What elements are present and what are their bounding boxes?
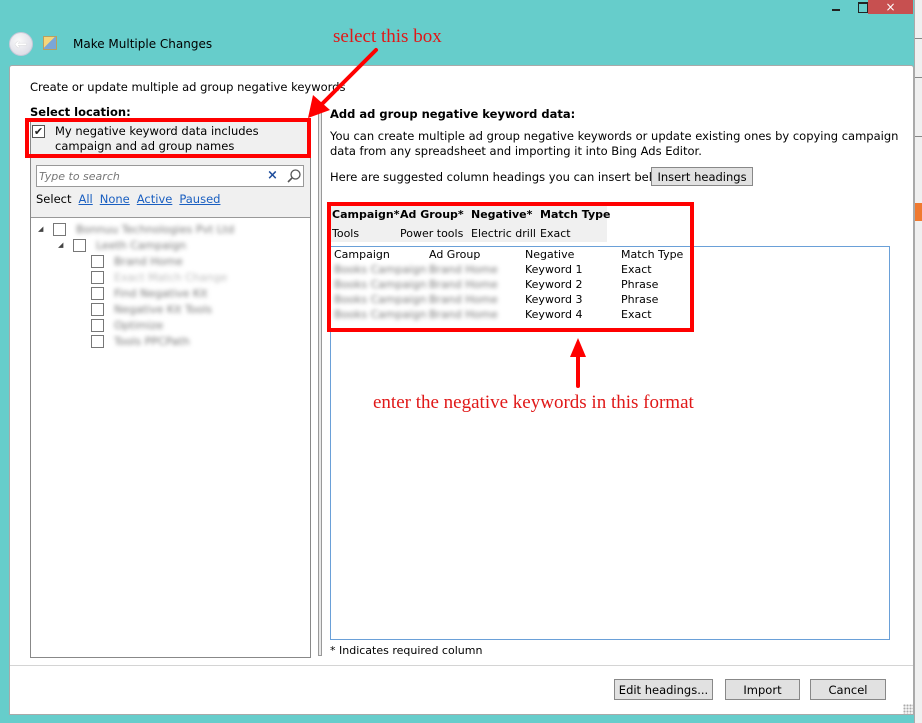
edge-divider: [915, 77, 922, 78]
tree-item-label: Optimize: [114, 318, 164, 332]
tree-item-label: Brand Home: [114, 254, 183, 268]
tree-item-account[interactable]: ◢ Bonnuu Technologies Pvt Ltd: [38, 221, 234, 237]
tree-item-label: Bonnuu Technologies Pvt Ltd: [76, 222, 235, 236]
annotation-highlight-format: [327, 202, 694, 332]
description-text: You can create multiple ad group negativ…: [330, 129, 899, 158]
minimize-button[interactable]: [822, 0, 850, 14]
tree-item-label: Exact Match Change: [114, 270, 228, 284]
tree-checkbox[interactable]: [91, 270, 104, 284]
add-data-heading: Add ad group negative keyword data:: [330, 107, 576, 121]
select-label: Select: [36, 192, 72, 206]
tree-item-ad-group[interactable]: Optimize: [91, 317, 163, 333]
tree-item-ad-group[interactable]: Brand Home: [91, 253, 183, 269]
select-location-label: Select location:: [30, 105, 131, 119]
required-column-note: * Indicates required column: [330, 644, 483, 657]
tree-item-label: Negative Kit Tools: [114, 302, 213, 316]
back-button[interactable]: ←: [9, 32, 33, 56]
tree-checkbox[interactable]: [91, 318, 104, 332]
suggested-headings-text: Here are suggested column headings you c…: [330, 170, 672, 184]
intro-text: Create or update multiple ad group negat…: [30, 80, 346, 94]
insert-headings-button[interactable]: Insert headings: [651, 167, 753, 186]
expand-icon[interactable]: ◢: [38, 225, 46, 233]
edge-accent: [915, 203, 922, 221]
window-title: Make Multiple Changes: [73, 37, 213, 51]
search-box: ×: [36, 165, 304, 187]
tree-checkbox[interactable]: [91, 286, 104, 300]
cancel-button[interactable]: Cancel: [810, 679, 886, 700]
select-filter-row: Select All None Active Paused: [36, 192, 220, 206]
tree-item-ad-group[interactable]: Find Negative Kit: [91, 285, 207, 301]
tree-item-label: Tools PPCPath: [114, 334, 190, 348]
tree-checkbox[interactable]: [91, 302, 104, 316]
resize-grip[interactable]: [903, 704, 913, 714]
import-button[interactable]: Import: [725, 679, 800, 700]
tree-item-label: Leeth Campaign: [96, 238, 187, 252]
edit-headings-button[interactable]: Edit headings...: [614, 679, 713, 700]
background-window-edge: [914, 0, 922, 723]
tree-checkbox[interactable]: [53, 222, 66, 236]
annotation-enter-format: enter the negative keywords in this form…: [373, 392, 694, 413]
search-input[interactable]: [39, 168, 261, 184]
expand-icon[interactable]: ◢: [58, 241, 66, 249]
back-arrow-icon: ←: [14, 35, 28, 53]
campaign-tree: ◢ Bonnuu Technologies Pvt Ltd ◢ Leeth Ca…: [31, 217, 310, 657]
tree-item-ad-group[interactable]: Negative Kit Tools: [91, 301, 212, 317]
select-active-link[interactable]: Active: [137, 192, 173, 206]
tree-checkbox[interactable]: [91, 254, 104, 268]
clear-search-icon[interactable]: ×: [267, 168, 278, 183]
annotation-highlight-checkbox: [25, 118, 311, 158]
tree-item-ad-group[interactable]: Tools PPCPath: [91, 333, 190, 349]
select-paused-link[interactable]: Paused: [179, 192, 220, 206]
select-none-link[interactable]: None: [100, 192, 130, 206]
app-icon: [43, 36, 57, 50]
pane-splitter[interactable]: [318, 105, 322, 656]
select-all-link[interactable]: All: [78, 192, 92, 206]
tree-item-campaign[interactable]: ◢ Leeth Campaign: [58, 237, 186, 253]
close-button[interactable]: ×: [868, 0, 913, 14]
edge-divider: [915, 136, 922, 137]
edge-divider: [915, 38, 922, 39]
footer-divider: [10, 665, 913, 666]
tree-item-label: Find Negative Kit: [114, 286, 208, 300]
search-icon[interactable]: [286, 168, 302, 184]
annotation-select-box: select this box: [333, 26, 442, 47]
tree-item-ad-group[interactable]: Exact Match Change: [91, 269, 227, 285]
tree-checkbox[interactable]: [91, 334, 104, 348]
tree-checkbox[interactable]: [73, 238, 86, 252]
